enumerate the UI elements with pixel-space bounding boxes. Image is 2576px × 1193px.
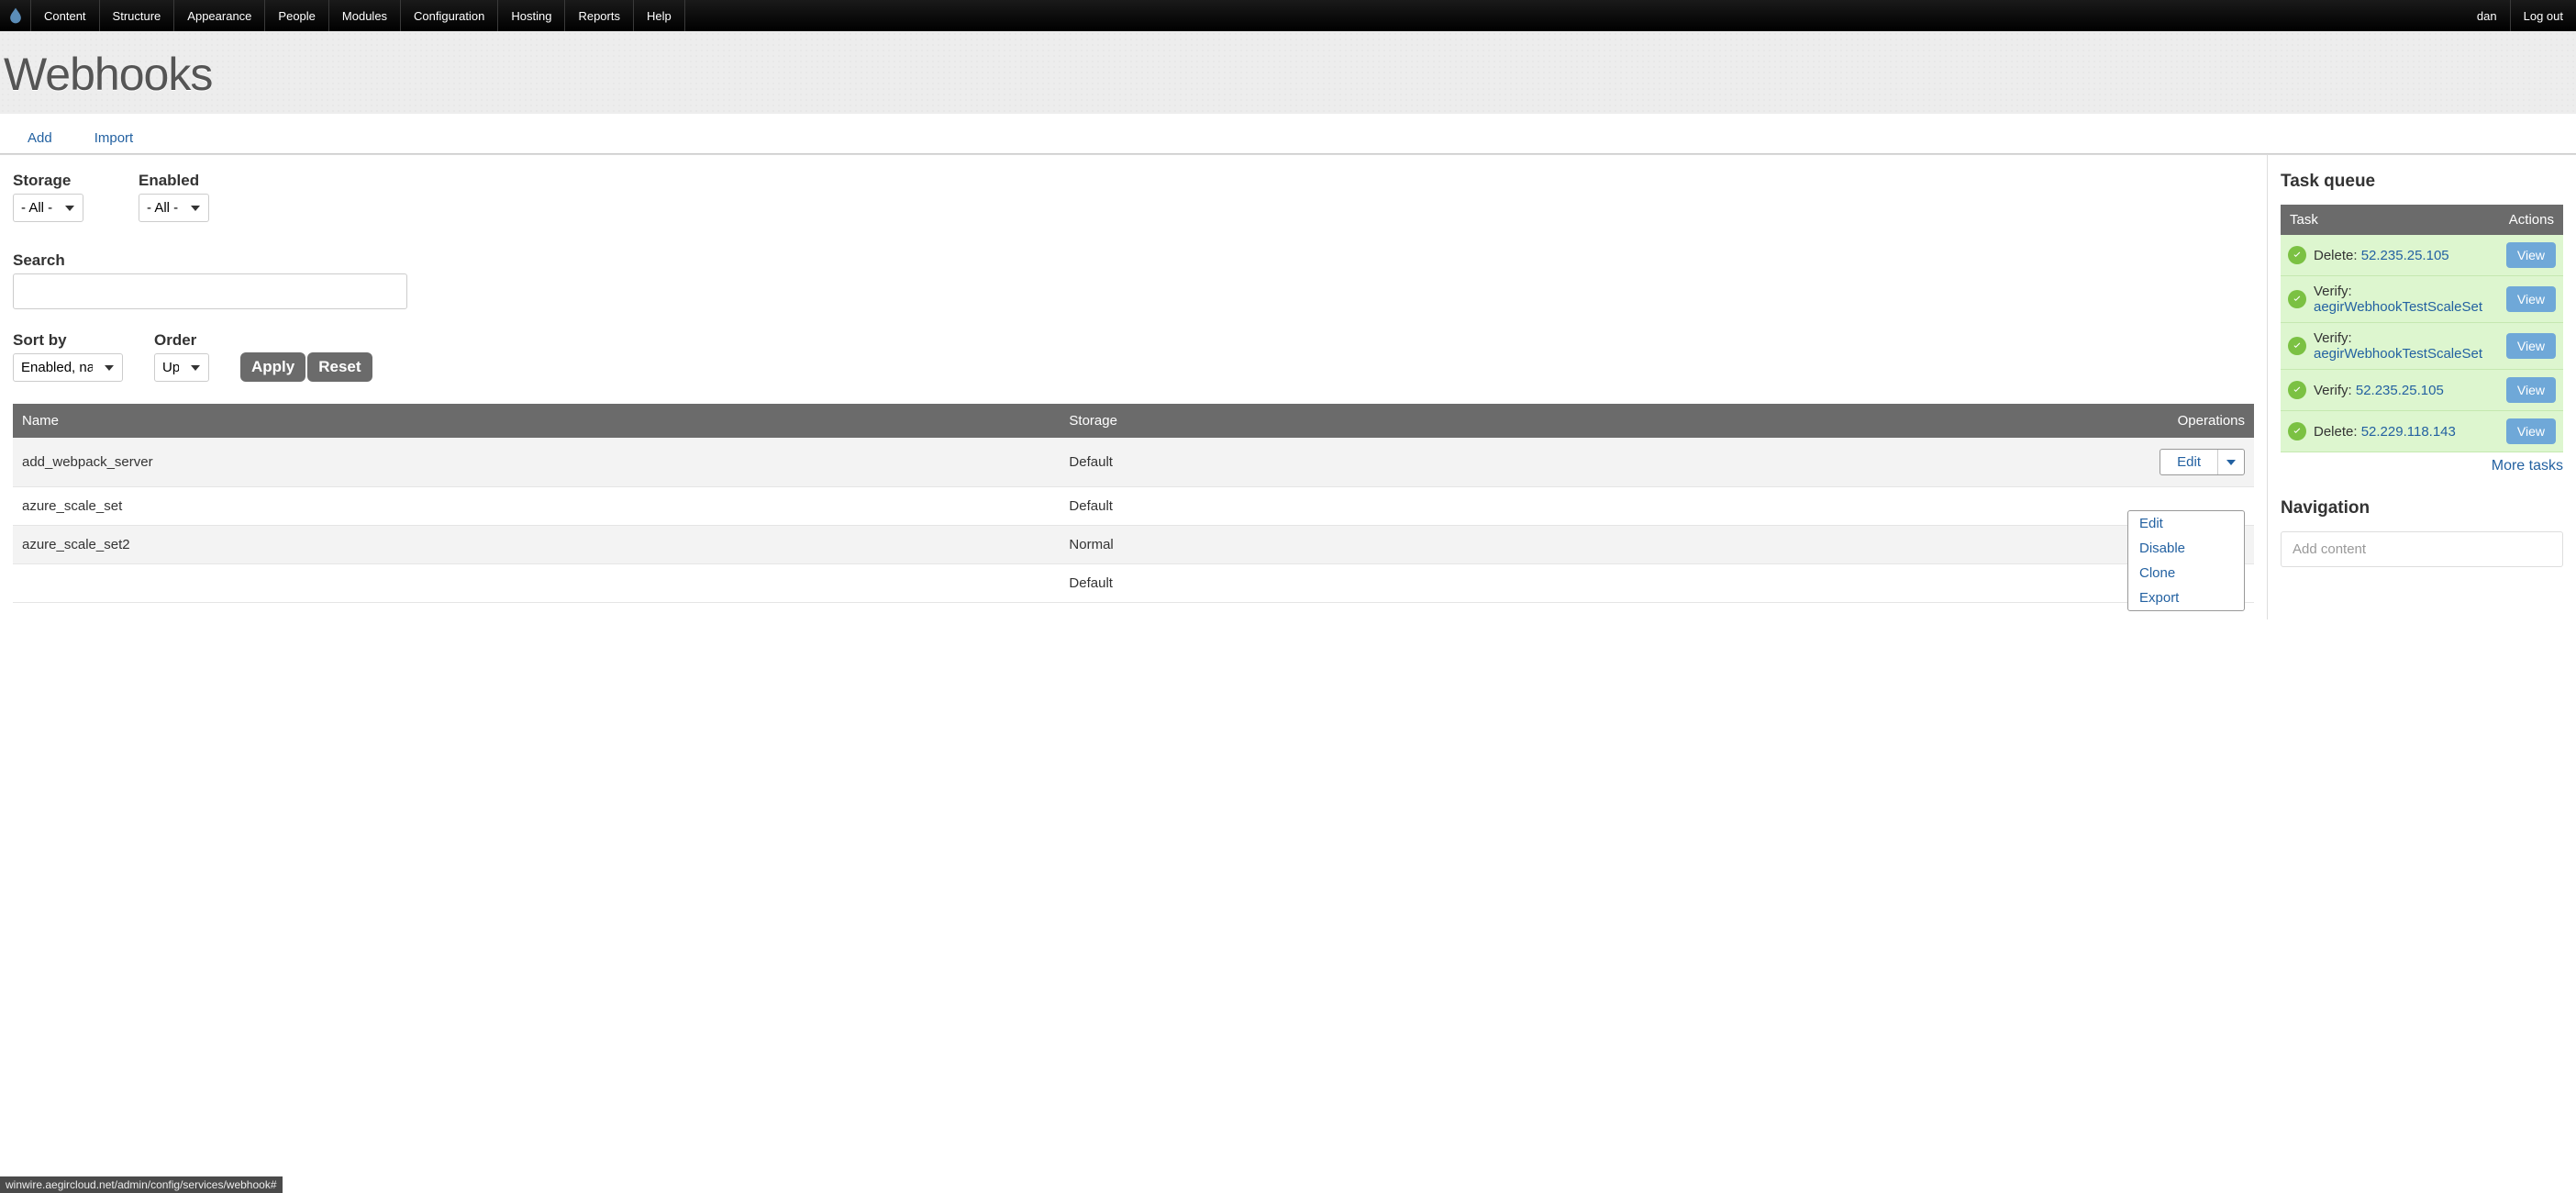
table-row: azure_scale_set2 Normal [13,526,2254,564]
view-button[interactable]: View [2506,333,2556,359]
task-label: Delete: 52.235.25.105 [2314,248,2449,263]
nav-people[interactable]: People [265,0,328,31]
table-row: add_webpack_server Default Edit [13,438,2254,487]
table-row: azure_scale_set Default Edit Disable Clo… [13,487,2254,526]
sortby-label: Sort by [13,331,123,350]
cell-name: azure_scale_set2 [13,526,1060,564]
nav-content[interactable]: Content [31,0,100,31]
task-link[interactable]: 52.235.25.105 [2356,383,2444,398]
task-label: Delete: 52.229.118.143 [2314,424,2456,440]
cell-storage: Normal [1060,526,1527,564]
search-label: Search [13,251,2254,270]
enabled-select[interactable]: - All - [139,194,209,222]
task-row: Delete: 52.235.25.105 View [2281,235,2563,276]
dropdown-clone[interactable]: Clone [2128,561,2244,585]
nav-hosting[interactable]: Hosting [498,0,565,31]
dropdown-disable[interactable]: Disable [2128,536,2244,561]
navigation-title: Navigation [2281,498,2563,518]
storage-label: Storage [13,172,83,190]
tab-import[interactable]: Import [82,123,147,153]
operations-button[interactable]: Edit [2160,449,2245,475]
nav-structure[interactable]: Structure [100,0,175,31]
enabled-label: Enabled [139,172,209,190]
tab-add[interactable]: Add [15,123,65,153]
task-queue-title: Task queue [2281,172,2563,192]
task-queue-table: Task Actions Delete: 52.235.25.105ViewVe… [2281,205,2563,452]
apply-button[interactable]: Apply [240,352,305,382]
cell-name [13,564,1060,603]
storage-select[interactable]: - All - [13,194,83,222]
edit-link[interactable]: Edit [2160,450,2217,474]
th-task: Task [2281,205,2499,235]
table-row: Default [13,564,2254,603]
cell-storage: Default [1060,487,1527,526]
home-logo-icon[interactable] [0,0,31,31]
th-name: Name [13,404,1060,438]
order-select[interactable]: Up [154,353,209,382]
status-bar: winwire.aegircloud.net/admin/config/serv… [0,1176,283,1193]
view-button[interactable]: View [2506,242,2556,268]
cell-storage: Default [1060,564,1527,603]
search-input[interactable] [13,273,407,309]
task-link[interactable]: aegirWebhookTestScaleSet [2314,346,2482,362]
th-storage: Storage [1060,404,1527,438]
cell-storage: Default [1060,438,1527,487]
operations-dropdown: Edit Disable Clone Export [2127,510,2245,611]
view-button[interactable]: View [2506,418,2556,444]
logout-link[interactable]: Log out [2511,0,2576,31]
admin-toolbar: Content Structure Appearance People Modu… [0,0,2576,31]
navigation-list: Add content [2281,531,2563,567]
reset-button[interactable]: Reset [307,352,372,382]
sidebar: Task queue Task Actions Delete: 52.235.2… [2268,155,2576,619]
check-icon [2288,246,2306,264]
more-tasks-link[interactable]: More tasks [2281,458,2563,474]
page-title: Webhooks [4,48,2572,101]
dropdown-export[interactable]: Export [2128,585,2244,610]
check-icon [2288,381,2306,399]
nav-modules[interactable]: Modules [329,0,401,31]
task-label: Verify: 52.235.25.105 [2314,383,2444,398]
task-row: Verify: aegirWebhookTestScaleSet View [2281,323,2563,370]
th-actions: Actions [2499,205,2563,235]
view-button[interactable]: View [2506,377,2556,403]
add-content-link[interactable]: Add content [2282,532,2562,566]
nav-help[interactable]: Help [634,0,685,31]
task-link[interactable]: 52.229.118.143 [2361,424,2456,440]
cell-name: add_webpack_server [13,438,1060,487]
webhooks-table: Name Storage Operations add_webpack_serv… [13,404,2254,603]
nav-reports[interactable]: Reports [565,0,634,31]
local-tasks: Add Import [0,114,2576,154]
task-row: Verify: 52.235.25.105 View [2281,370,2563,411]
task-label: Verify: aegirWebhookTestScaleSet [2314,284,2492,315]
check-icon [2288,337,2306,355]
chevron-down-icon[interactable] [2217,450,2244,474]
check-icon [2288,290,2306,308]
user-link[interactable]: dan [2464,0,2511,31]
check-icon [2288,422,2306,440]
dropdown-edit[interactable]: Edit [2139,516,2163,531]
content-region: Storage - All - Enabled - All - Search S… [0,155,2268,619]
task-label: Verify: aegirWebhookTestScaleSet [2314,330,2492,362]
task-link[interactable]: aegirWebhookTestScaleSet [2314,299,2482,315]
page-header: Webhooks [0,31,2576,114]
view-button[interactable]: View [2506,286,2556,312]
sortby-select[interactable]: Enabled, nam [13,353,123,382]
nav-configuration[interactable]: Configuration [401,0,498,31]
task-row: Delete: 52.229.118.143 View [2281,411,2563,452]
nav-appearance[interactable]: Appearance [174,0,265,31]
th-operations: Operations [1527,404,2254,438]
toolbar-user: dan Log out [2464,0,2576,31]
task-link[interactable]: 52.235.25.105 [2361,248,2449,263]
task-row: Verify: aegirWebhookTestScaleSet View [2281,276,2563,323]
toolbar-menu: Content Structure Appearance People Modu… [31,0,2464,31]
cell-name: azure_scale_set [13,487,1060,526]
order-label: Order [154,331,209,350]
